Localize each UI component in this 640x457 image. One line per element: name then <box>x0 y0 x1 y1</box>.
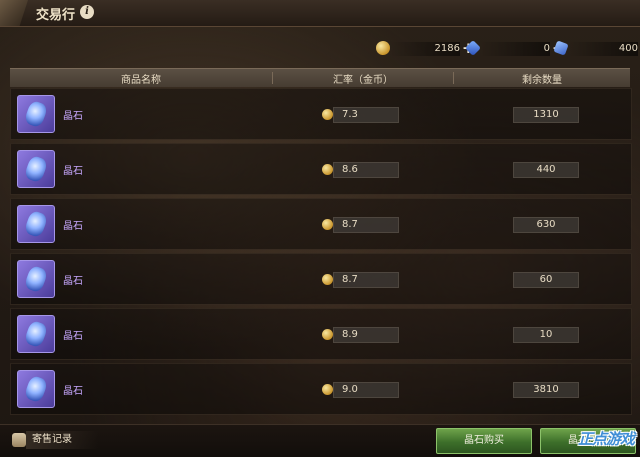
table-row[interactable]: 晶石 8.9 10 <box>10 308 632 360</box>
price-field: 9.0 <box>322 382 399 398</box>
price-field: 8.9 <box>322 327 399 343</box>
quantity-field: 60 <box>513 272 579 288</box>
price-value: 8.7 <box>342 219 358 230</box>
crystal-icon <box>23 264 49 294</box>
gold-coin-icon <box>322 329 333 340</box>
item-name: 晶石 <box>63 221 83 232</box>
crystal-icon <box>23 154 49 184</box>
gold-coin-icon <box>322 219 333 230</box>
item-name: 晶石 <box>63 386 83 397</box>
footer-bar: 寄售记录 晶石购买 晶石寄售 <box>0 424 640 457</box>
crystal-icon <box>23 99 49 129</box>
table-row[interactable]: 晶石 7.3 1310 <box>10 88 632 140</box>
quantity-field: 1310 <box>513 107 579 123</box>
quantity-field: 3810 <box>513 382 579 398</box>
consignment-record-button[interactable]: 寄售记录 <box>26 431 98 449</box>
table-row[interactable]: 晶石 8.6 440 <box>10 143 632 195</box>
page-title: 交易行 <box>36 8 76 23</box>
crystal-icon <box>23 209 49 239</box>
crystal-icon <box>23 319 49 349</box>
header-quantity: 剩余数量 <box>522 75 562 86</box>
header-item-name: 商品名称 <box>121 75 161 86</box>
price-field: 8.7 <box>322 217 399 233</box>
trade-emblem-icon <box>0 0 28 26</box>
crystal-icon <box>23 374 49 404</box>
table-row[interactable]: 晶石 8.7 630 <box>10 198 632 250</box>
item-name: 晶石 <box>63 331 83 342</box>
gold-coin-icon <box>322 109 333 120</box>
table-header: 商品名称 汇率（金币） 剩余数量 <box>10 68 630 87</box>
header-rate: 汇率（金币） <box>333 75 393 86</box>
price-value: 8.7 <box>342 274 358 285</box>
gold-coin-icon <box>322 164 333 175</box>
money-bag-icon <box>12 433 26 447</box>
price-value: 8.6 <box>342 164 358 175</box>
quantity-field: 440 <box>513 162 579 178</box>
title-bar: 交易行 i <box>0 0 640 27</box>
price-field: 8.7 <box>322 272 399 288</box>
item-name: 晶石 <box>63 166 83 177</box>
gold-coin-icon <box>376 41 390 55</box>
item-icon <box>17 150 55 188</box>
item-icon <box>17 95 55 133</box>
info-icon[interactable]: i <box>80 5 94 19</box>
currency-crystal-value: 400 <box>568 42 638 56</box>
currency-gold-value: 2186 <box>390 42 460 56</box>
buy-crystal-button[interactable]: 晶石购买 <box>436 428 532 454</box>
quantity-field: 630 <box>513 217 579 233</box>
item-name: 晶石 <box>63 276 83 287</box>
price-value: 7.3 <box>342 109 358 120</box>
item-name: 晶石 <box>63 111 83 122</box>
item-icon <box>17 260 55 298</box>
price-value: 8.9 <box>342 329 358 340</box>
price-field: 7.3 <box>322 107 399 123</box>
gold-coin-icon <box>322 384 333 395</box>
quantity-field: 10 <box>513 327 579 343</box>
currency-gem-value: 0 <box>480 42 550 56</box>
item-icon <box>17 370 55 408</box>
table-row[interactable]: 晶石 8.7 60 <box>10 253 632 305</box>
table-row[interactable]: 晶石 9.0 3810 <box>10 363 632 415</box>
price-value: 9.0 <box>342 384 358 395</box>
watermark-logo: 正点游戏 <box>578 430 635 448</box>
item-icon <box>17 315 55 353</box>
gold-coin-icon <box>322 274 333 285</box>
item-icon <box>17 205 55 243</box>
price-field: 8.6 <box>322 162 399 178</box>
